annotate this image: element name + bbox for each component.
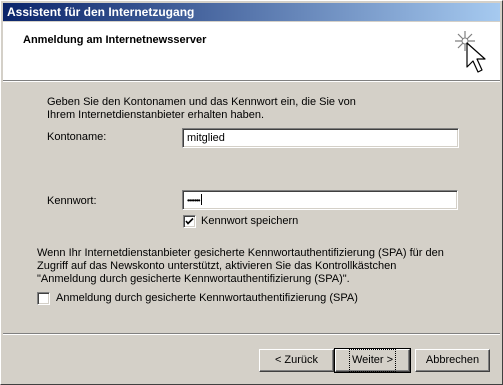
remember-password-checkbox[interactable] [183, 215, 196, 228]
account-name-label: Kontoname: [47, 131, 106, 144]
text-caret [200, 194, 202, 205]
back-button[interactable]: < Zurück [259, 349, 334, 372]
window-title: Assistent für den Internetzugang [7, 5, 195, 19]
next-button[interactable]: Weiter > [334, 348, 411, 373]
wizard-header: Anmeldung am Internetnewsserver [3, 22, 500, 80]
cancel-button[interactable]: Abbrechen [415, 349, 490, 372]
spa-description: Wenn Ihr Internetdienstanbieter gesicher… [37, 247, 444, 285]
password-label-text: Kennwort: [47, 195, 97, 207]
password-label: Kennwort: [47, 195, 97, 208]
account-name-input[interactable]: mitglied [182, 128, 459, 148]
account-name-label-text: Kontoname: [47, 131, 107, 143]
cancel-button-label: Abbrechen [425, 354, 480, 366]
wizard-sparkle-cursor-icon [455, 31, 486, 73]
back-button-label: < Zurück [274, 354, 319, 366]
header-separator [3, 80, 500, 82]
checkmark-icon [185, 217, 194, 225]
page-heading: Anmeldung am Internetnewsserver [23, 34, 207, 46]
spa-checkbox-label[interactable]: Anmeldung durch gesicherte Kennwortauthe… [56, 292, 358, 305]
wizard-window: Assistent für den Internetzugang Anmeldu… [0, 0, 503, 385]
intro-text: Geben Sie den Kontonamen und das Kennwor… [47, 96, 356, 121]
spa-checkbox[interactable] [37, 292, 50, 305]
title-bar[interactable]: Assistent für den Internetzugang [3, 3, 500, 21]
account-name-value: mitglied [187, 132, 225, 144]
password-value: ••••••• [187, 196, 201, 205]
remember-password-label[interactable]: Kennwort speichern [201, 215, 298, 228]
next-button-label: Weiter > [348, 349, 397, 372]
footer-separator [3, 333, 500, 335]
password-input[interactable]: ••••••• [182, 190, 458, 210]
